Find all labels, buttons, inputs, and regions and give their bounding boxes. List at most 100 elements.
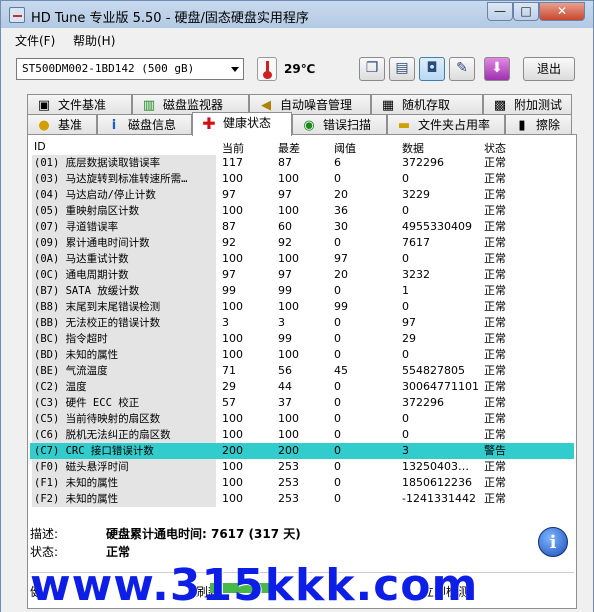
tab-file-benchmark[interactable]: ▣ 文件基准 [27, 94, 132, 116]
table-row[interactable]: (0A) 马达重试计数 100 100 97 0 正常 [30, 251, 574, 267]
copy-text-button[interactable]: ❐ [359, 57, 385, 81]
table-row[interactable]: (C2) 温度 29 44 0 30064771101 正常 [30, 379, 574, 395]
threshold-value: 0 [334, 460, 341, 473]
attribute-status: 正常 [484, 300, 506, 313]
menu-help[interactable]: 帮助(H) [73, 32, 115, 49]
table-row[interactable]: (F2) 未知的属性 100 253 0 -1241331442 正常 [30, 491, 574, 507]
table-row[interactable]: (B7) SATA 放缓计数 99 99 0 1 正常 [30, 283, 574, 299]
current-value: 92 [222, 236, 236, 249]
raw-data: 0 [402, 412, 409, 425]
table-row[interactable]: (C6) 脱机无法纠正的扇区数 100 100 0 0 正常 [30, 427, 574, 443]
tab-folder-usage[interactable]: ▬ 文件夹占用率 [387, 114, 505, 136]
menu-file[interactable]: 文件(F) [15, 32, 55, 49]
table-row[interactable]: (C5) 当前待映射的扇区数 100 100 0 0 正常 [30, 411, 574, 427]
copy-info-button[interactable]: ▤ [389, 57, 415, 81]
details-area: 描述: 硬盘累计通电时间: 7617 (317 天) 状态: 正常 [30, 521, 570, 565]
current-value: 99 [222, 284, 236, 297]
tab-random-access[interactable]: ▦ 随机存取 [371, 94, 483, 116]
tab-error-scan[interactable]: ◉ 错误扫描 [292, 114, 387, 136]
info-icon: i [111, 118, 117, 133]
attribute-name: (01) 底层数据读取错误率 [34, 157, 161, 169]
worst-value: 87 [278, 156, 292, 169]
table-row[interactable]: (04) 马达启动/停止计数 97 97 20 3229 正常 [30, 187, 574, 203]
worst-value: 100 [278, 252, 299, 265]
current-value: 57 [222, 396, 236, 409]
table-row[interactable]: (BB) 无法校正的错误计数 3 3 0 97 正常 [30, 315, 574, 331]
attribute-name: (F0) 磁头悬浮时间 [34, 461, 129, 473]
col-data[interactable]: 数据 [402, 140, 424, 156]
worst-value: 100 [278, 428, 299, 441]
current-value: 117 [222, 156, 243, 169]
maximize-button[interactable]: □ [513, 2, 539, 21]
current-value: 29 [222, 380, 236, 393]
tab-disk-info[interactable]: i 磁盘信息 [97, 114, 192, 136]
raw-data: 372296 [402, 156, 444, 169]
threshold-value: 30 [334, 220, 348, 233]
save-button[interactable]: ⬇ [484, 57, 510, 81]
table-row[interactable]: (01) 底层数据读取错误率 117 87 6 372296 正常 [30, 155, 574, 171]
raw-data: 97 [402, 316, 416, 329]
attribute-status: 正常 [484, 172, 506, 185]
close-button[interactable]: ✕ [539, 2, 585, 21]
tab-label: 擦除 [536, 118, 561, 132]
worst-value: 100 [278, 204, 299, 217]
tabs-area: ▣ 文件基准 ▥ 磁盘监视器 ◀ 自动噪音管理 ▦ 随机存取 ▩ 附加测试 ● 基准 i 磁盘… [0, 90, 594, 612]
title-bar: HD Tune 专业版 5.50 - 硬盘/固态硬盘实用程序 — □ ✕ [0, 0, 594, 28]
tab-health[interactable]: ✚ 健康状态 [192, 112, 292, 136]
tab-erase[interactable]: ▮ 擦除 [505, 114, 572, 136]
status-value: 正常 [106, 545, 131, 559]
attribute-name: (BB) 无法校正的错误计数 [34, 317, 161, 329]
table-row[interactable]: (F1) 未知的属性 100 253 0 1850612236 正常 [30, 475, 574, 491]
attribute-name: (0A) 马达重试计数 [34, 253, 129, 265]
minimize-button[interactable]: — [487, 2, 513, 21]
table-row[interactable]: (BD) 未知的属性 100 100 0 0 正常 [30, 347, 574, 363]
table-row[interactable]: (B8) 末尾到末尾错误检测 100 100 99 0 正常 [30, 299, 574, 315]
raw-data: 554827805 [402, 364, 465, 377]
attribute-name: (BE) 气流温度 [34, 365, 108, 377]
worst-value: 253 [278, 492, 299, 505]
raw-data: 0 [402, 428, 409, 441]
threshold-value: 36 [334, 204, 348, 217]
table-row[interactable]: (BE) 气流温度 71 56 45 554827805 正常 [30, 363, 574, 379]
col-status[interactable]: 状态 [484, 140, 506, 156]
raw-data: 7617 [402, 236, 430, 249]
drive-select[interactable]: ST500DM002-1BD142 (500 gB) [16, 58, 244, 80]
screenshot-button[interactable]: ◘ [419, 57, 445, 81]
tab-extra-tests[interactable]: ▩ 附加测试 [483, 94, 572, 116]
current-value: 100 [222, 332, 243, 345]
current-value: 100 [222, 428, 243, 441]
options-button[interactable]: ✎ [449, 57, 475, 81]
threshold-value: 97 [334, 252, 348, 265]
tab-benchmark[interactable]: ● 基准 [27, 114, 97, 136]
attribute-status: 正常 [484, 284, 506, 297]
table-row[interactable]: (07) 寻道错误率 87 60 30 4955330409 正常 [30, 219, 574, 235]
table-row[interactable]: (C3) 硬件 ECC 校正 57 37 0 372296 正常 [30, 395, 574, 411]
tab-row-top: ▣ 文件基准 ▥ 磁盘监视器 ◀ 自动噪音管理 ▦ 随机存取 ▩ 附加测试 [27, 94, 572, 116]
worst-value: 100 [278, 412, 299, 425]
table-row[interactable]: (C7) CRC 接口错误计数 200 200 0 3 警告 [30, 443, 574, 459]
raw-data: -1241331442 [402, 492, 476, 505]
table-row[interactable]: (0C) 通电周期计数 97 97 20 3232 正常 [30, 267, 574, 283]
table-row[interactable]: (05) 重映射扇区计数 100 100 36 0 正常 [30, 203, 574, 219]
attribute-status: 正常 [484, 220, 506, 233]
col-id[interactable]: ID [34, 140, 46, 153]
table-row[interactable]: (BC) 指令超时 100 99 0 29 正常 [30, 331, 574, 347]
col-worst[interactable]: 最差 [278, 140, 300, 156]
attribute-name: (04) 马达启动/停止计数 [34, 189, 156, 201]
attribute-name: (03) 马达旋转到标准转速所需… [34, 173, 188, 185]
threshold-value: 20 [334, 188, 348, 201]
worst-value: 3 [278, 316, 285, 329]
current-value: 71 [222, 364, 236, 377]
raw-data: 30064771101 [402, 380, 479, 393]
exit-button[interactable]: 退出 [523, 57, 575, 81]
info-button[interactable]: i [538, 527, 568, 557]
threshold-value: 99 [334, 300, 348, 313]
table-row[interactable]: (F0) 磁头悬浮时间 100 253 0 13250403… 正常 [30, 459, 574, 475]
worst-value: 56 [278, 364, 292, 377]
col-threshold[interactable]: 阈值 [334, 140, 356, 156]
table-row[interactable]: (03) 马达旋转到标准转速所需… 100 100 0 0 正常 [30, 171, 574, 187]
threshold-value: 0 [334, 348, 341, 361]
col-current[interactable]: 当前 [222, 140, 244, 156]
table-row[interactable]: (09) 累计通电时间计数 92 92 0 7617 正常 [30, 235, 574, 251]
download-arrow-icon: ⬇ [491, 60, 503, 76]
